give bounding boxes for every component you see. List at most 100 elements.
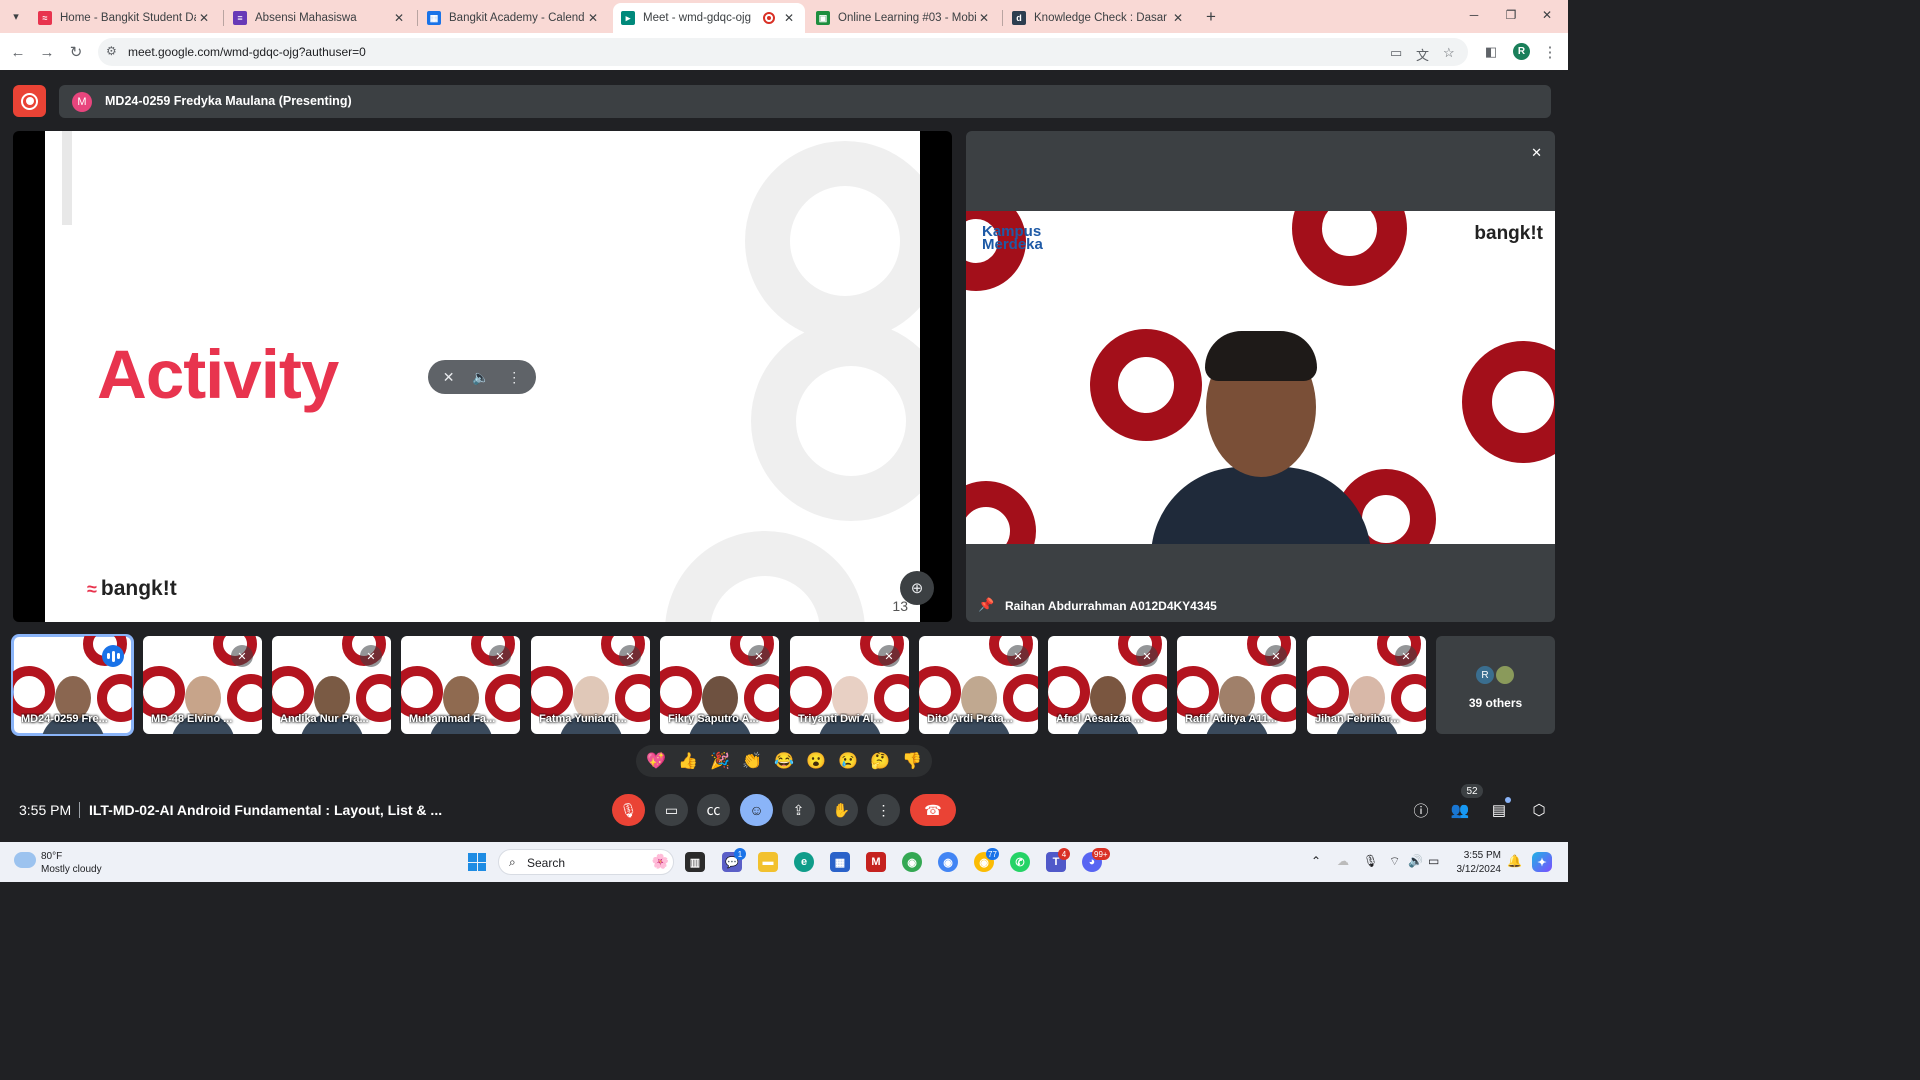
- people-icon[interactable]: 👥: [1449, 800, 1471, 820]
- show-hidden-icons-chevron-icon[interactable]: ⌃: [1311, 854, 1321, 868]
- participant-tile[interactable]: ✕ Fikry Saputro A...: [660, 636, 779, 734]
- forward-arrow-icon[interactable]: →: [37, 42, 57, 62]
- tab-knowledge-check[interactable]: d Knowledge Check : Dasar Penge ✕: [1004, 3, 1194, 33]
- reaction-thumbs-up[interactable]: 👍: [678, 751, 698, 771]
- reaction-thinking[interactable]: 🤔: [870, 751, 890, 771]
- mic-toggle-button[interactable]: 🎙: [612, 794, 645, 826]
- address-bar[interactable]: ⚙ meet.google.com/wmd-gdqc-ojg?authuser=…: [98, 38, 1468, 66]
- unpin-icon[interactable]: ✕: [443, 369, 455, 386]
- close-icon[interactable]: ✕: [781, 10, 797, 26]
- more-options-icon[interactable]: ⋮: [507, 369, 521, 386]
- browser-menu-icon[interactable]: ⋮: [1540, 42, 1560, 62]
- background-ring: [1307, 666, 1349, 718]
- reaction-party[interactable]: 🎉: [710, 751, 730, 771]
- leave-call-button[interactable]: ☎: [910, 794, 956, 826]
- restore-icon[interactable]: ❐: [1501, 8, 1521, 22]
- clock-date: 3/12/2024: [1456, 864, 1502, 875]
- camera-toggle-button[interactable]: ▭: [655, 794, 688, 826]
- participant-name: Muhammad Fa...: [409, 713, 496, 725]
- site-info-icon[interactable]: ⚙: [106, 44, 117, 58]
- minimize-icon[interactable]: ─: [1464, 8, 1484, 22]
- chrome-icon[interactable]: ◉: [902, 852, 922, 872]
- tab-bangkit-dashboard[interactable]: ≈ Home - Bangkit Student Dashb ✕: [30, 3, 220, 33]
- weather-cloud-icon[interactable]: [14, 852, 36, 868]
- task-view-icon[interactable]: ▥: [685, 852, 705, 872]
- microphone-tray-icon[interactable]: 🎙: [1363, 854, 1378, 868]
- battery-icon[interactable]: ▭: [1428, 854, 1439, 868]
- close-icon[interactable]: ✕: [585, 10, 601, 26]
- volume-icon[interactable]: 🔈: [472, 369, 489, 386]
- edge-icon[interactable]: e: [794, 852, 814, 872]
- weather-condition: Mostly cloudy: [41, 864, 102, 875]
- zoom-icon[interactable]: ⊕: [900, 571, 934, 605]
- tab-absensi[interactable]: ≡ Absensi Mahasiswa ✕: [225, 3, 415, 33]
- chrome-profile-icon[interactable]: ◉: [938, 852, 958, 872]
- participant-tile[interactable]: ✕ Jihan Febrihar...: [1307, 636, 1426, 734]
- reactions-button[interactable]: ☺: [740, 794, 773, 826]
- weather-widget[interactable]: 80°F Mostly cloudy: [41, 850, 102, 876]
- more-options-button[interactable]: ⋮: [867, 794, 900, 826]
- windows-taskbar: 80°F Mostly cloudy ⌕ Search 🌸 ▥ 💬 1 ▬ e …: [0, 842, 1568, 882]
- present-button[interactable]: ⇪: [782, 794, 815, 826]
- participant-tile[interactable]: ✕ Fatma Yuniardi...: [531, 636, 650, 734]
- close-icon[interactable]: ✕: [391, 10, 407, 26]
- participant-tile[interactable]: ✕ Dito Ardi Prata...: [919, 636, 1038, 734]
- reaction-thumbs-down[interactable]: 👎: [902, 751, 922, 771]
- participant-tile[interactable]: MD24-0259 Fre...: [11, 634, 134, 736]
- notification-bell-icon[interactable]: 🔔: [1507, 854, 1522, 868]
- reaction-clap[interactable]: 👏: [742, 751, 762, 771]
- bookmark-star-icon[interactable]: ☆: [1443, 45, 1455, 61]
- side-panel-icon[interactable]: ◧: [1481, 42, 1501, 62]
- taskbar-clock[interactable]: 3:55 PM 3/12/2024: [1453, 849, 1502, 877]
- participant-tile[interactable]: ✕ Triyanti Dwi Al...: [790, 636, 909, 734]
- reaction-surprised[interactable]: 😮: [806, 751, 826, 771]
- reload-icon[interactable]: ↻: [66, 42, 86, 62]
- whatsapp-icon[interactable]: ✆: [1010, 852, 1030, 872]
- close-icon[interactable]: ✕: [196, 10, 212, 26]
- participant-tile[interactable]: ✕ Afrel Aesaizaa ...: [1048, 636, 1167, 734]
- mcafee-icon[interactable]: M: [866, 852, 886, 872]
- speaking-indicator-icon: [102, 645, 124, 667]
- close-icon[interactable]: ✕: [1170, 10, 1186, 26]
- activities-icon[interactable]: ⬡: [1528, 800, 1550, 820]
- new-tab-plus-icon[interactable]: +: [1201, 7, 1221, 27]
- speaker-icon[interactable]: 🔊: [1408, 854, 1423, 868]
- participant-tile[interactable]: ✕ Andika Nur Pra...: [272, 636, 391, 734]
- copilot-icon[interactable]: ✦: [1532, 852, 1552, 872]
- others-tile[interactable]: R 39 others: [1436, 636, 1555, 734]
- captions-button[interactable]: ㏄: [697, 794, 730, 826]
- reaction-sad[interactable]: 😢: [838, 751, 858, 771]
- reaction-laugh[interactable]: 😂: [774, 751, 794, 771]
- windows-start-icon[interactable]: [468, 853, 486, 871]
- tab-meet[interactable]: ▸ Meet - wmd-gdqc-ojg ✕: [613, 3, 805, 33]
- meeting-title: ILT-MD-02-AI Android Fundamental : Layou…: [89, 802, 443, 818]
- url-text[interactable]: meet.google.com/wmd-gdqc-ojg?authuser=0: [128, 45, 366, 59]
- close-icon[interactable]: ✕: [976, 10, 992, 26]
- calendar-favicon-icon: ▦: [427, 11, 441, 25]
- wifi-icon[interactable]: ⌔: [1389, 854, 1400, 869]
- reaction-sparkling-heart[interactable]: 💖: [646, 751, 666, 771]
- tab-online-learning[interactable]: ▣ Online Learning #03 - Mobile D ✕: [808, 3, 1000, 33]
- participant-tile[interactable]: ✕ MD-48 Elvino ...: [143, 636, 262, 734]
- chat-icon[interactable]: ▤: [1488, 800, 1510, 820]
- divider: [79, 802, 80, 818]
- mic-off-icon: ✕: [1531, 145, 1542, 160]
- back-arrow-icon[interactable]: ←: [8, 42, 28, 62]
- recording-button[interactable]: [13, 85, 46, 117]
- profile-avatar[interactable]: R: [1513, 43, 1530, 60]
- meeting-info-icon[interactable]: ⓘ: [1410, 800, 1432, 820]
- translate-icon[interactable]: 文: [1416, 45, 1429, 64]
- cloud-icon[interactable]: ☁: [1337, 854, 1349, 868]
- camera-in-use-icon[interactable]: ▭: [1390, 45, 1402, 61]
- store-icon[interactable]: ▦: [830, 852, 850, 872]
- file-explorer-icon[interactable]: ▬: [758, 852, 778, 872]
- participant-tile[interactable]: ✕ Rafif Aditya A11...: [1177, 636, 1296, 734]
- tab-calendar[interactable]: ▦ Bangkit Academy - Calendar - \ ✕: [419, 3, 609, 33]
- taskbar-search[interactable]: ⌕ Search 🌸: [498, 849, 674, 875]
- raise-hand-button[interactable]: ✋: [825, 794, 858, 826]
- close-window-icon[interactable]: ✕: [1537, 8, 1557, 22]
- tab-search-chevron-icon[interactable]: ▾: [6, 6, 26, 26]
- participant-tile[interactable]: ✕ Muhammad Fa...: [401, 636, 520, 734]
- pinned-participant-tile[interactable]: ✕ Kampus Merdeka bangk!t 📌 Raihan Abdurr…: [966, 131, 1555, 622]
- discord-badge: 99+: [1092, 848, 1110, 860]
